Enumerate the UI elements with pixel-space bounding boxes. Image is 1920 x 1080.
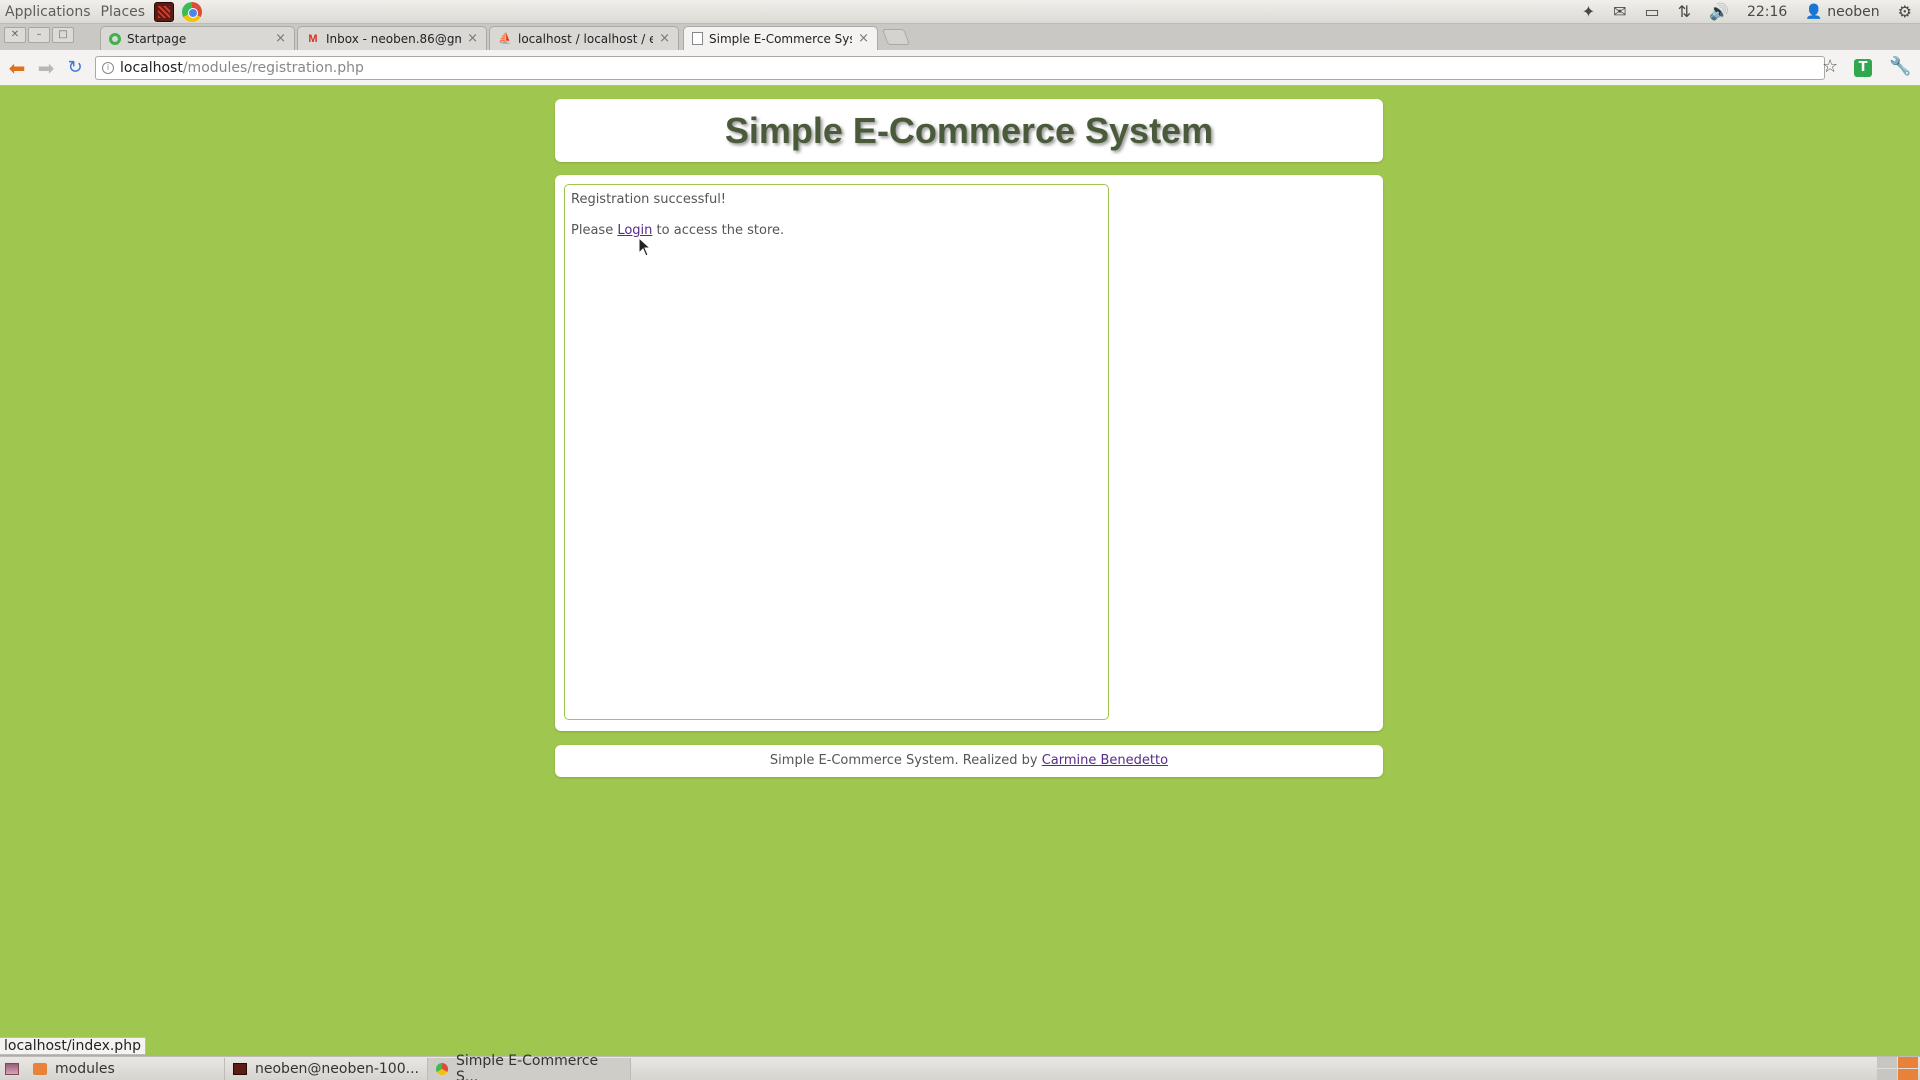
- user-name: neoben: [1827, 3, 1880, 20]
- session-gear-icon[interactable]: ⚙: [1898, 2, 1912, 21]
- startpage-icon: [109, 32, 121, 45]
- top-panel: Applications Places ✦ ✉ ▭ ⇅ 🔊 22:16 👤 ne…: [0, 0, 1920, 24]
- status-bubble: localhost/index.php: [0, 1037, 146, 1055]
- instruction-suffix: to access the store.: [652, 223, 785, 238]
- taskbar-item-chrome[interactable]: Simple E-Commerce S...: [428, 1053, 631, 1080]
- main-panel: Registration successful! Please Login to…: [564, 184, 1109, 720]
- tab-startpage[interactable]: Startpage ×: [100, 26, 295, 50]
- gmail-icon: M: [308, 32, 318, 45]
- clock[interactable]: 22:16: [1747, 4, 1787, 20]
- site-header: Simple E-Commerce System: [555, 99, 1383, 162]
- workspace-2[interactable]: [1898, 1057, 1918, 1068]
- registration-success-message: Registration successful!: [571, 192, 727, 207]
- workspace-1[interactable]: [1877, 1057, 1897, 1068]
- address-bar[interactable]: i localhost/modules/registration.php: [95, 56, 1825, 80]
- bottom-panel: modules neoben@neoben-100... Simple E-Co…: [0, 1053, 1920, 1080]
- site-footer: Simple E-Commerce System. Realized by Ca…: [555, 745, 1383, 777]
- places-menu[interactable]: Places: [96, 4, 151, 20]
- window-close-icon[interactable]: ✕: [4, 27, 26, 43]
- system-tray: ✦ ✉ ▭ ⇅ 🔊 22:16 👤 neoben ⚙: [1582, 2, 1920, 21]
- taskbar-item-label: Simple E-Commerce S...: [456, 1052, 599, 1080]
- mouse-cursor-icon: [638, 237, 652, 257]
- url-path: /modules/registration.php: [182, 60, 364, 76]
- tab-title: Startpage: [127, 31, 187, 46]
- taskbar-item-modules[interactable]: modules: [25, 1057, 225, 1080]
- web-page: Simple E-Commerce System Registration su…: [0, 87, 1920, 1055]
- tab-close-icon[interactable]: ×: [858, 31, 869, 46]
- folder-icon: [33, 1062, 47, 1075]
- tab-strip: ✕ – □ Startpage × M Inbox - neoben.86@gm…: [0, 24, 1920, 50]
- window-maximize-icon[interactable]: □: [52, 27, 74, 43]
- back-arrow-icon[interactable]: ⬅: [5, 56, 29, 80]
- wrench-menu-icon[interactable]: 🔧: [1889, 56, 1911, 77]
- window-minimize-icon[interactable]: –: [28, 27, 50, 43]
- forward-arrow-icon[interactable]: ➡: [34, 56, 58, 80]
- tab-inbox[interactable]: M Inbox - neoben.86@gmail. ×: [297, 26, 487, 50]
- chrome-icon: [436, 1062, 448, 1075]
- volume-icon[interactable]: 🔊: [1709, 2, 1729, 21]
- taskbar-item-label: modules: [55, 1060, 115, 1077]
- browser-toolbar: ⬅ ➡ ↻ i localhost/modules/registration.p…: [0, 50, 1920, 86]
- bookmark-star-icon[interactable]: ☆: [1822, 56, 1838, 77]
- applications-menu[interactable]: Applications: [0, 4, 96, 20]
- url-host: localhost: [120, 60, 183, 76]
- login-link[interactable]: Login: [617, 223, 652, 238]
- tab-close-icon[interactable]: ×: [275, 31, 286, 46]
- tab-title: Simple E-Commerce Syste: [709, 31, 853, 46]
- site-title: Simple E-Commerce System: [724, 110, 1214, 151]
- tab-simple-ecommerce[interactable]: Simple E-Commerce Syste ×: [683, 26, 878, 50]
- user-icon: 👤: [1805, 3, 1823, 20]
- tab-title: localhost / localhost / eco: [518, 31, 653, 46]
- extension-t-icon[interactable]: T: [1854, 59, 1872, 77]
- tab-close-icon[interactable]: ×: [467, 31, 478, 46]
- taskbar-item-label: neoben@neoben-100...: [255, 1060, 419, 1077]
- phpmyadmin-icon: ⛵: [498, 32, 512, 45]
- author-link[interactable]: Carmine Benedetto: [1042, 753, 1168, 768]
- workspace-3[interactable]: [1877, 1069, 1897, 1080]
- content-area: Registration successful! Please Login to…: [555, 175, 1383, 731]
- footer-text: Simple E-Commerce System. Realized by: [769, 753, 1042, 768]
- tab-phpmyadmin[interactable]: ⛵ localhost / localhost / eco ×: [489, 26, 679, 50]
- chrome-launcher-icon[interactable]: [182, 1, 203, 22]
- network-icon[interactable]: ⇅: [1678, 2, 1691, 21]
- window-controls: ✕ – □: [4, 27, 74, 43]
- document-icon: [692, 32, 703, 45]
- mail-icon[interactable]: ✉: [1613, 2, 1626, 21]
- tab-title: Inbox - neoben.86@gmail.: [326, 31, 461, 46]
- new-tab-button[interactable]: [882, 29, 910, 45]
- page-info-icon[interactable]: i: [102, 62, 114, 74]
- reload-icon[interactable]: ↻: [63, 56, 87, 80]
- instruction-prefix: Please: [571, 223, 618, 238]
- workspace-switcher[interactable]: [1877, 1057, 1918, 1080]
- dropbox-icon[interactable]: ✦: [1582, 2, 1595, 21]
- battery-icon[interactable]: ▭: [1645, 2, 1660, 21]
- tab-close-icon[interactable]: ×: [659, 31, 670, 46]
- user-menu[interactable]: 👤 neoben: [1805, 4, 1879, 20]
- terminal-launcher-icon[interactable]: [154, 1, 175, 22]
- taskbar-item-terminal[interactable]: neoben@neoben-100...: [225, 1057, 428, 1080]
- show-desktop-icon[interactable]: [5, 1062, 19, 1075]
- terminal-icon: [233, 1062, 247, 1075]
- workspace-4[interactable]: [1898, 1069, 1918, 1080]
